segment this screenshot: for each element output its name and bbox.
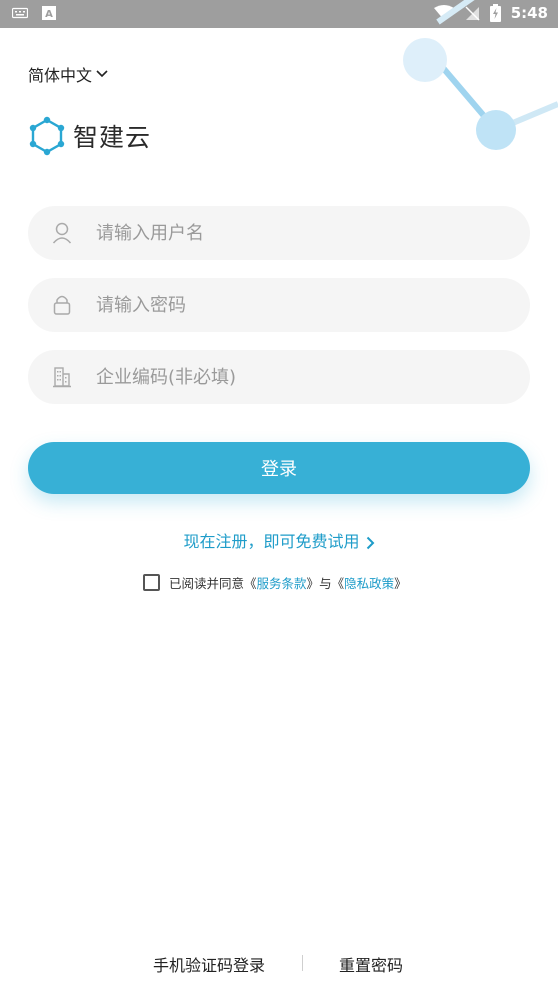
sms-login-link[interactable]: 手机验证码登录 bbox=[153, 952, 265, 976]
bracket-close-1: 》 bbox=[306, 575, 320, 591]
agreement-checkbox[interactable] bbox=[143, 573, 160, 591]
user-icon bbox=[50, 221, 74, 245]
agreement-middle: 与 bbox=[319, 575, 332, 591]
keyboard-icon bbox=[12, 7, 28, 19]
chevron-right-icon bbox=[366, 536, 374, 549]
username-input[interactable] bbox=[94, 212, 498, 254]
agreement-prefix: 已阅读并同意 bbox=[169, 575, 245, 591]
footer-divider bbox=[302, 955, 303, 971]
a-badge-icon: A bbox=[42, 6, 56, 20]
reset-password-link[interactable]: 重置密码 bbox=[339, 952, 403, 976]
login-button[interactable]: 登录 bbox=[28, 442, 530, 494]
language-label: 简体中文 bbox=[28, 66, 93, 85]
decorative-molecule bbox=[403, 0, 558, 150]
login-screen: A 5:48 简体中文 智建云 请输入用户名 企业编码(非必填) 登录 现在注册… bbox=[0, 0, 558, 992]
register-link-label: 现在注册，即可免费试用 bbox=[183, 532, 360, 551]
bracket-open-1: 《 bbox=[244, 575, 257, 591]
chevron-down-icon bbox=[96, 70, 108, 78]
footer-links: 手机验证码登录 重置密码 bbox=[0, 952, 558, 976]
company-code-field[interactable] bbox=[28, 350, 530, 404]
bracket-close-2: 》 bbox=[394, 575, 407, 591]
password-field[interactable] bbox=[28, 278, 530, 332]
register-link[interactable]: 现在注册，即可免费试用 bbox=[0, 528, 558, 552]
agreement-row: 已阅读并同意 《 服务条款 》 与 《 隐私政策 》 bbox=[143, 571, 407, 593]
app-logo: 智建云 bbox=[27, 116, 151, 156]
building-icon bbox=[50, 365, 74, 389]
svg-text:A: A bbox=[45, 9, 53, 20]
privacy-policy-link[interactable]: 隐私政策 bbox=[344, 573, 394, 592]
logo-icon bbox=[29, 116, 65, 156]
language-selector[interactable]: 简体中文 bbox=[28, 62, 108, 86]
terms-of-service-link[interactable]: 服务条款 bbox=[257, 573, 307, 592]
company-code-input[interactable] bbox=[94, 356, 498, 398]
lock-icon bbox=[50, 293, 74, 317]
logo-text: 智建云 bbox=[73, 123, 152, 152]
username-field[interactable] bbox=[28, 206, 530, 260]
password-input[interactable] bbox=[94, 284, 498, 326]
bracket-open-2: 《 bbox=[331, 575, 345, 591]
